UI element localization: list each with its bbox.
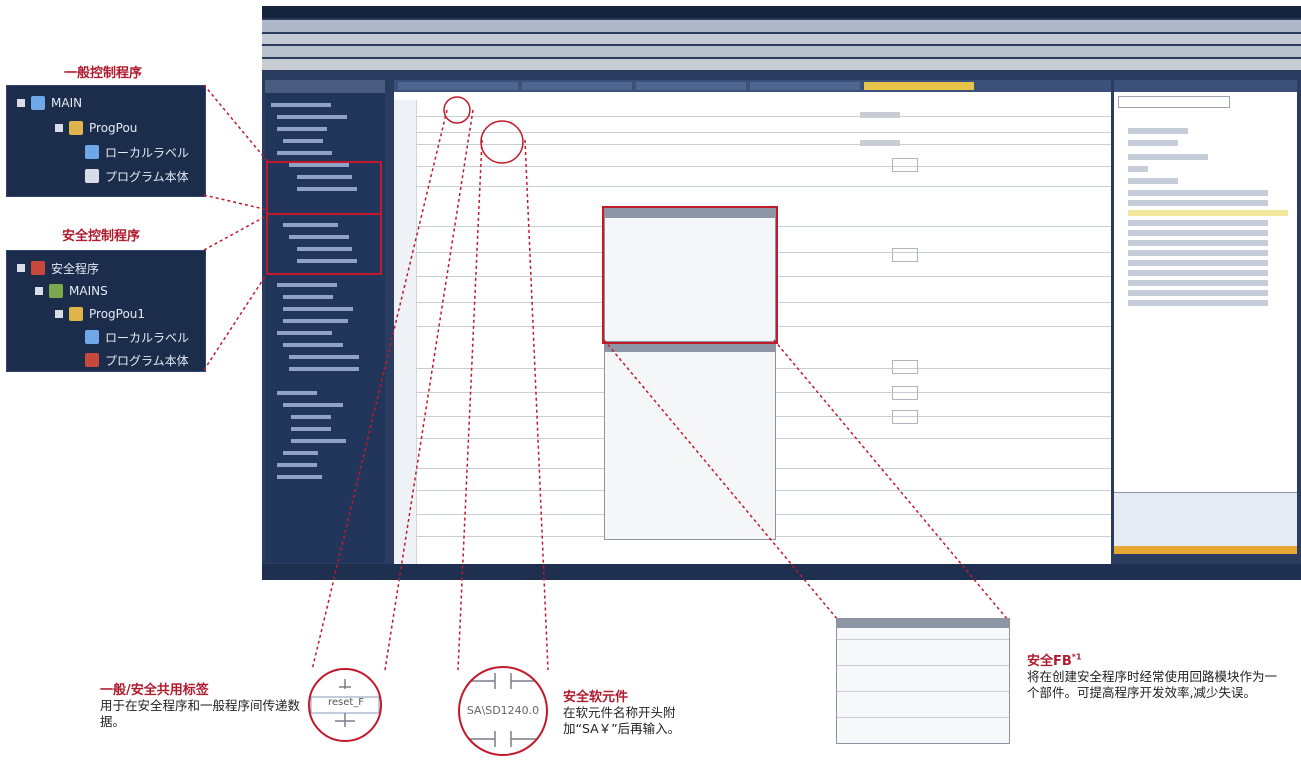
- safety-device-title: 安全软元件: [563, 690, 629, 705]
- leader-lines: [203, 84, 1009, 671]
- safety-fb-callout: 安全FB*1 将在创建安全程序时经常使用回路模块作为一个部件。可提高程序开发效率…: [1027, 650, 1289, 701]
- shared-label-zoom-text: reset_F: [327, 697, 365, 708]
- safety-device-zoom-text: SA\SD1240.0: [466, 704, 540, 717]
- safety-device-description: 在软元件名称开头附加“SA￥”后再输入。: [563, 705, 681, 736]
- safety-fb-zoom: [836, 618, 1010, 744]
- safety-fb-title: 安全FB*1: [1027, 652, 1082, 669]
- safety-device-callout: 安全软元件 在软元件名称开头附加“SA￥”后再输入。: [563, 686, 738, 737]
- shared-label-callout: 一般/安全共用标签 用于在安全程序和一般程序间传递数据。: [100, 679, 305, 730]
- shared-label-title: 一般/安全共用标签: [100, 683, 209, 698]
- safety-fb-description: 将在创建安全程序时经常使用回路模块作为一个部件。可提高程序开发效率,减少失误。: [1027, 669, 1278, 700]
- shared-label-description: 用于在安全程序和一般程序间传递数据。: [100, 698, 301, 729]
